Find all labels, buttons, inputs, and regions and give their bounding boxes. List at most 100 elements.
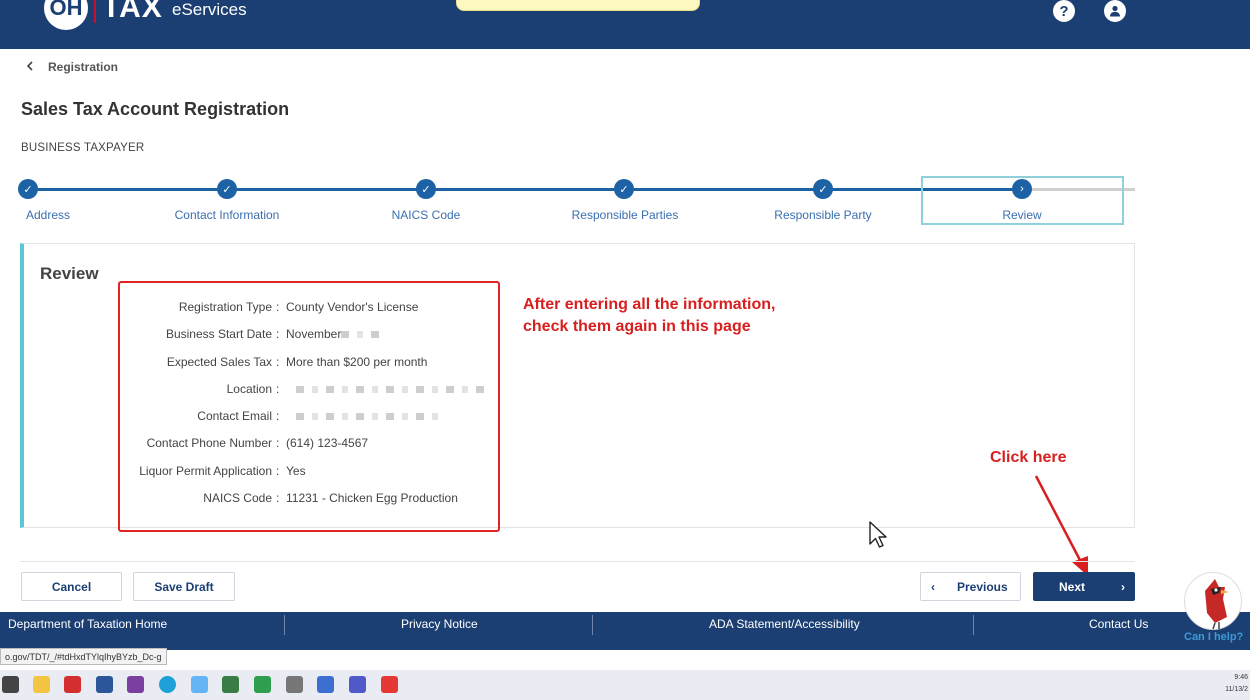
footer-divider [592, 615, 593, 635]
redacted-text [341, 331, 388, 339]
save-draft-button[interactable]: Save Draft [133, 572, 235, 601]
redacted-text [296, 413, 446, 421]
footer-link-contact-us[interactable]: Contact Us [1089, 617, 1148, 631]
annotation-note: After entering all the information, chec… [523, 294, 775, 338]
footer-divider [284, 615, 285, 635]
review-row-separator: : [276, 464, 280, 478]
breadcrumb-registration[interactable]: Registration [48, 60, 118, 74]
chevron-right-icon: › [1121, 579, 1126, 594]
chatbot-label[interactable]: Can I help? [1184, 631, 1243, 643]
sway-icon[interactable] [317, 676, 334, 693]
review-row-label: Business Start Date [165, 327, 272, 341]
notification-toast [456, 0, 700, 11]
ohio-tax-logo[interactable]: OH TAX [44, 0, 163, 30]
mouse-cursor-icon [869, 521, 887, 548]
check-icon: ✓ [18, 179, 38, 199]
onenote-icon[interactable] [127, 676, 144, 693]
previous-button-label: Previous [957, 579, 1008, 594]
breadcrumb[interactable]: Registration [26, 60, 118, 74]
teams-icon[interactable] [349, 676, 366, 693]
progress-stepper: ✓ ✓ ✓ ✓ ✓ › Address Contact Information … [0, 176, 1250, 226]
review-row-label: NAICS Code [203, 491, 272, 505]
next-button[interactable]: Next › [1033, 572, 1135, 601]
logo-tax: TAX [102, 0, 163, 24]
review-row-separator: : [276, 491, 280, 505]
review-row-separator: : [276, 355, 280, 369]
review-row-value: More than $200 per month [286, 355, 428, 369]
camtasia-icon[interactable] [254, 676, 271, 693]
chatbot-button[interactable] [1184, 572, 1242, 630]
review-row-value: 11231 - Chicken Egg Production [286, 491, 458, 505]
review-row-value [286, 409, 446, 423]
stepper-track [28, 188, 1028, 191]
review-row: Expected Sales Tax : More than $200 per … [120, 355, 500, 375]
account-icon[interactable] [1104, 0, 1126, 22]
review-row: Liquor Permit Application : Yes [120, 464, 500, 484]
system-clock[interactable]: 9:46 11/13/2 [1225, 672, 1248, 696]
footer-link-privacy-notice[interactable]: Privacy Notice [401, 617, 478, 631]
chevron-left-icon[interactable] [26, 60, 34, 74]
review-row-separator: : [276, 382, 280, 396]
actions-divider [20, 561, 1135, 562]
step-label-review[interactable]: Review [942, 208, 1102, 222]
start-icon[interactable] [2, 676, 19, 693]
chevron-left-icon: ‹ [931, 579, 935, 594]
review-row-label: Expected Sales Tax [166, 355, 272, 369]
edge-icon[interactable] [159, 676, 176, 693]
review-row-label: Registration Type [178, 300, 272, 314]
windows-taskbar: 9:46 11/13/2 [0, 670, 1250, 700]
review-row-separator: : [276, 300, 280, 314]
check-icon: ✓ [614, 179, 634, 199]
page-subtitle: BUSINESS TAXPAYER [21, 142, 145, 154]
notepad-icon[interactable] [222, 676, 239, 693]
status-url: o.gov/TDT/_/#tdHxdTYlqIhyBYzb_Dc-g [0, 648, 167, 665]
review-row-label: Contact Phone Number [146, 436, 272, 450]
footer-divider [973, 615, 974, 635]
redacted-text [296, 386, 486, 394]
page-title: Sales Tax Account Registration [21, 99, 290, 119]
step-label-responsible-parties[interactable]: Responsible Parties [545, 208, 705, 222]
next-button-label: Next [1059, 579, 1086, 594]
review-row: NAICS Code : 11231 - Chicken Egg Product… [120, 491, 500, 511]
snipping-tool-icon[interactable] [191, 676, 208, 693]
cardinal-bird-icon [1205, 579, 1229, 630]
acrobat-icon[interactable] [64, 676, 81, 693]
chevron-right-icon: › [1012, 179, 1032, 199]
review-row-value [286, 382, 486, 396]
step-label-address[interactable]: Address [0, 208, 128, 222]
review-row: Contact Email : [120, 409, 500, 429]
review-row-label: Liquor Permit Application [139, 464, 272, 478]
footer-link-taxation-home[interactable]: Department of Taxation Home [8, 617, 167, 631]
review-row-label: Contact Email [197, 409, 272, 423]
step-label-contact-information[interactable]: Contact Information [147, 208, 307, 222]
logo-divider [94, 0, 96, 23]
clock-date: 11/13/2 [1225, 686, 1248, 693]
help-icon[interactable]: ? [1053, 0, 1075, 22]
cancel-button[interactable]: Cancel [21, 572, 122, 601]
check-icon: ✓ [416, 179, 436, 199]
recorder-icon[interactable] [381, 676, 398, 693]
clock-time: 9:46 [1234, 674, 1248, 681]
review-row-value: County Vendor's License [286, 300, 419, 314]
annotation-arrow-icon [1034, 475, 1088, 576]
logo-eservices: eServices [172, 0, 247, 19]
check-icon: ✓ [217, 179, 237, 199]
step-label-responsible-party[interactable]: Responsible Party [743, 208, 903, 222]
review-row-value: November [286, 327, 388, 341]
previous-button[interactable]: ‹ Previous [920, 572, 1021, 601]
review-row-value: (614) 123-4567 [286, 436, 369, 450]
logo-oh: OH [44, 0, 88, 30]
calculator-icon[interactable] [286, 676, 303, 693]
step-label-naics-code[interactable]: NAICS Code [346, 208, 506, 222]
review-row-separator: : [276, 327, 280, 341]
review-row-separator: : [276, 436, 280, 450]
review-row-value: Yes [286, 464, 306, 478]
footer-link-ada-statement[interactable]: ADA Statement/Accessibility [709, 617, 860, 631]
file-explorer-icon[interactable] [33, 676, 50, 693]
review-row: Business Start Date : November [120, 327, 500, 347]
app-header: OH TAX eServices ? [0, 0, 1250, 49]
annotation-click-here: Click here [990, 449, 1067, 466]
review-row: Registration Type : County Vendor's Lice… [120, 300, 500, 320]
word-icon[interactable] [96, 676, 113, 693]
review-title: Review [40, 264, 99, 283]
